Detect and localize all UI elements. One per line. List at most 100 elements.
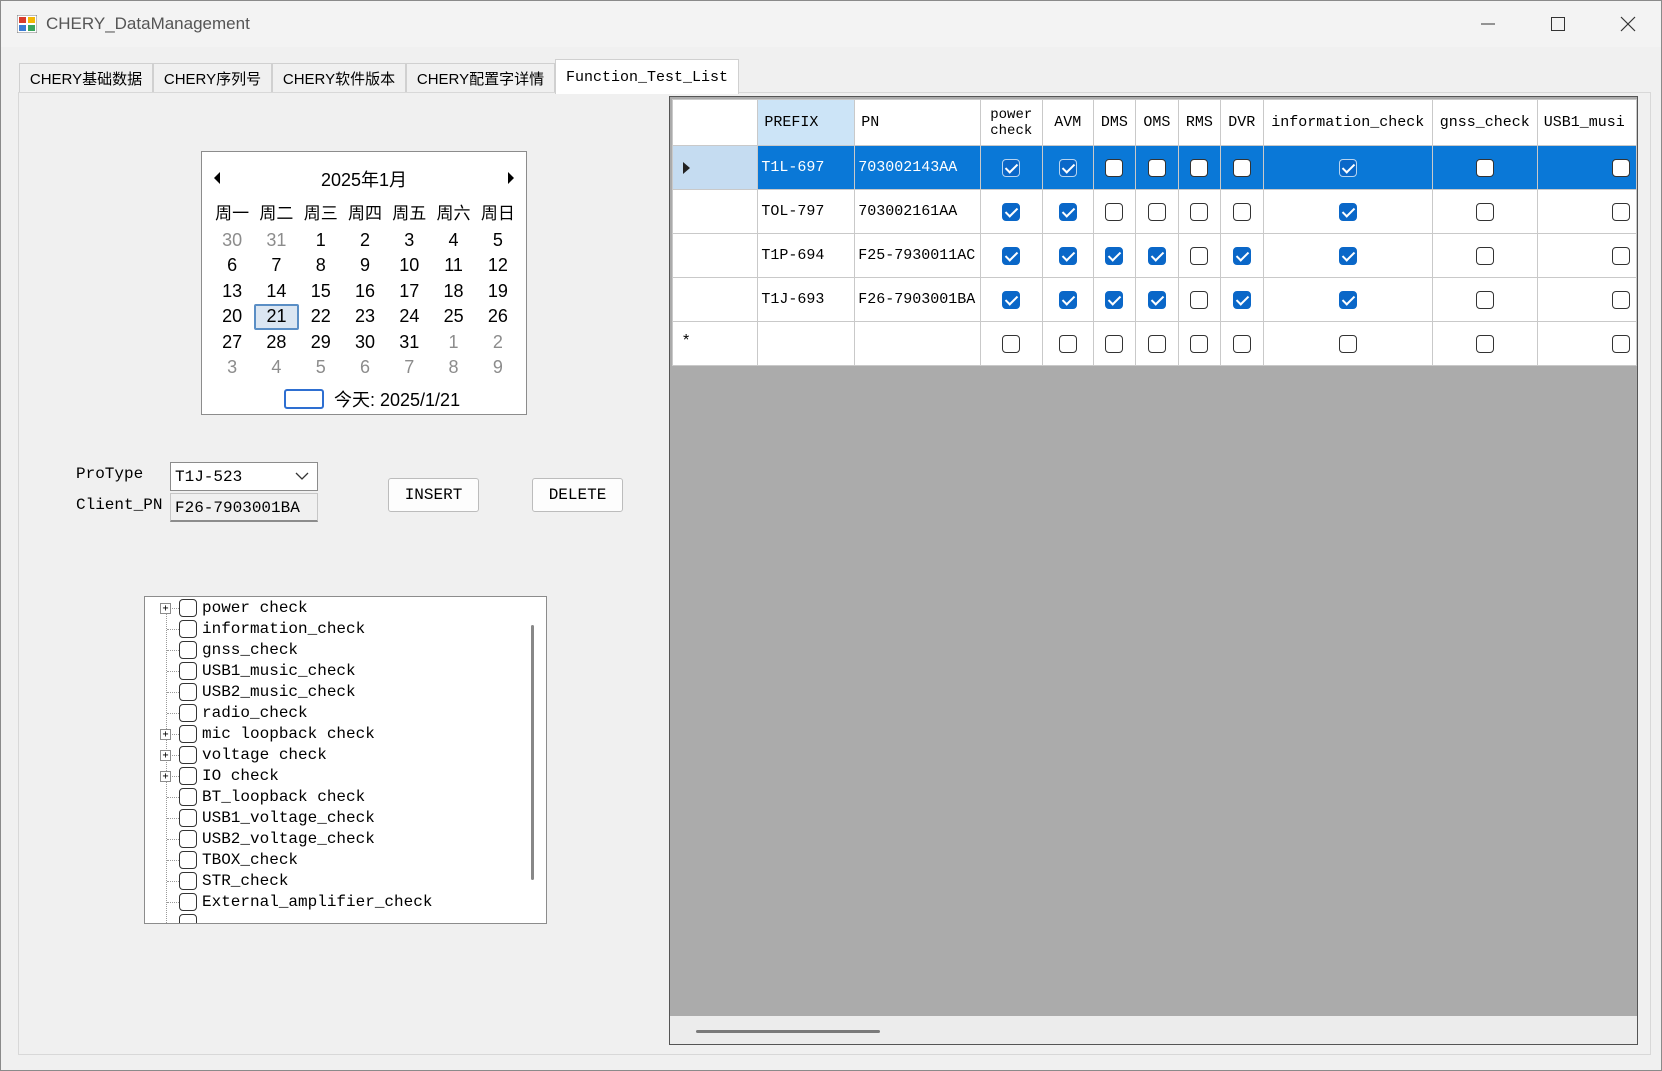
cell-usb1-music[interactable] (1536, 277, 1637, 322)
calendar-day[interactable]: 26 (476, 304, 520, 330)
checkbox[interactable] (1105, 334, 1124, 353)
cell-avm[interactable] (1041, 189, 1094, 234)
checkbox[interactable] (1612, 158, 1630, 177)
tree-node-voltage-check[interactable]: + voltage check (145, 745, 525, 766)
calendar-day[interactable]: 16 (343, 279, 387, 305)
column-header-dvr[interactable]: DVR (1219, 99, 1264, 146)
calendar-day-today[interactable]: 21 (254, 304, 299, 330)
next-month-icon[interactable] (508, 172, 514, 184)
tab-chery-software-version[interactable]: CHERY软件版本 (272, 63, 406, 93)
tree-node-checkbox[interactable] (179, 788, 197, 806)
checkbox[interactable] (1338, 202, 1357, 221)
cell-usb1-music[interactable] (1536, 321, 1637, 366)
calendar-day[interactable]: 30 (210, 228, 254, 254)
checkbox[interactable] (1105, 202, 1124, 221)
checkbox[interactable] (1002, 334, 1021, 353)
calendar-day[interactable]: 9 (476, 355, 520, 381)
checkbox[interactable] (1105, 290, 1124, 309)
tree-node-checkbox[interactable] (179, 599, 197, 617)
cell-avm[interactable] (1041, 277, 1094, 322)
checkbox[interactable] (1232, 246, 1251, 265)
checkbox[interactable] (1232, 202, 1251, 221)
cell-dms[interactable] (1092, 233, 1136, 278)
cell-oms[interactable] (1134, 233, 1179, 278)
calendar-day[interactable]: 30 (343, 330, 387, 356)
calendar-day[interactable]: 1 (299, 228, 343, 254)
checkbox[interactable] (1147, 334, 1166, 353)
tab-chery-config-details[interactable]: CHERY配置字详情 (406, 63, 555, 93)
cell-gnss-check[interactable] (1431, 321, 1538, 366)
cell-usb1-music[interactable] (1536, 189, 1637, 234)
expand-icon[interactable]: + (160, 750, 171, 761)
cell-pn[interactable]: F26-7903001BA (854, 277, 981, 322)
cell-prefix[interactable] (757, 321, 856, 366)
checkbox[interactable] (1338, 334, 1357, 353)
checkbox[interactable] (1475, 334, 1494, 353)
calendar-day[interactable]: 3 (210, 355, 254, 381)
cell-information-check[interactable] (1262, 233, 1433, 278)
checkbox[interactable] (1105, 246, 1124, 265)
tree-node-checkbox[interactable] (179, 683, 197, 701)
calendar-day[interactable]: 6 (343, 355, 387, 381)
tree-node-io-check[interactable]: + IO check (145, 766, 525, 787)
new-row[interactable]: * (671, 321, 1637, 366)
cell-prefix[interactable]: T1P-694 (757, 233, 856, 278)
tree-node-checkbox[interactable] (179, 767, 197, 785)
calendar-day[interactable]: 15 (299, 279, 343, 305)
row-header[interactable]: * (671, 321, 759, 366)
calendar-day[interactable]: 25 (431, 304, 475, 330)
calendar-day[interactable]: 2 (343, 228, 387, 254)
checkbox[interactable] (1147, 290, 1166, 309)
expand-icon[interactable]: + (160, 729, 171, 740)
tree-node-usb1-music-check[interactable]: USB1_music_check (145, 661, 525, 682)
tree-node-tbox-check[interactable]: TBOX_check (145, 850, 525, 871)
checkbox[interactable] (1190, 290, 1209, 309)
column-header-dms[interactable]: DMS (1092, 99, 1136, 146)
cell-dms[interactable] (1092, 321, 1136, 366)
checkbox[interactable] (1338, 246, 1357, 265)
calendar-day[interactable]: 31 (387, 330, 431, 356)
column-header-avm[interactable]: AVM (1041, 99, 1094, 146)
tree-node-checkbox[interactable] (179, 914, 197, 923)
checkbox[interactable] (1147, 246, 1166, 265)
maximize-button[interactable] (1523, 1, 1593, 47)
cell-oms[interactable] (1134, 189, 1179, 234)
tree-node-radio-check[interactable]: radio_check (145, 703, 525, 724)
tree-node-partial[interactable] (145, 913, 525, 923)
calendar-day[interactable]: 28 (254, 330, 298, 356)
tab-chery-basic-data[interactable]: CHERY基础数据 (19, 63, 153, 93)
cell-power-check[interactable] (979, 277, 1043, 322)
calendar-day[interactable]: 20 (210, 304, 254, 330)
calendar-day[interactable]: 17 (387, 279, 431, 305)
expand-icon[interactable]: + (160, 603, 171, 614)
checkbox[interactable] (1058, 202, 1077, 221)
checkbox[interactable] (1612, 246, 1630, 265)
tree-node-information-check[interactable]: information_check (145, 619, 525, 640)
row-header[interactable] (671, 145, 759, 190)
cell-power-check[interactable] (979, 321, 1043, 366)
tree-node-usb2-music-check[interactable]: USB2_music_check (145, 682, 525, 703)
checkbox[interactable] (1058, 158, 1077, 177)
tree-node-checkbox[interactable] (179, 620, 197, 638)
calendar-month-label[interactable]: 2025年1月 (202, 166, 526, 190)
calendar-day[interactable]: 6 (210, 253, 254, 279)
calendar-day[interactable]: 18 (431, 279, 475, 305)
calendar-day[interactable]: 1 (431, 330, 475, 356)
tree-node-power-check[interactable]: + power check (145, 598, 525, 619)
cell-rms[interactable] (1177, 145, 1221, 190)
calendar-today-footer[interactable]: 今天: 2025/1/21 (284, 386, 460, 412)
calendar-day[interactable]: 5 (299, 355, 343, 381)
cell-information-check[interactable] (1262, 321, 1433, 366)
calendar-day[interactable]: 22 (299, 304, 343, 330)
tab-chery-serial-number[interactable]: CHERY序列号 (153, 63, 272, 93)
calendar-day[interactable]: 31 (254, 228, 298, 254)
tree-vertical-scrollbar[interactable] (531, 625, 534, 880)
checkbox[interactable] (1002, 290, 1021, 309)
delete-button[interactable]: DELETE (532, 478, 623, 512)
calendar-day[interactable]: 2 (476, 330, 520, 356)
cell-oms[interactable] (1134, 145, 1179, 190)
checkbox[interactable] (1338, 158, 1357, 177)
cell-gnss-check[interactable] (1431, 189, 1538, 234)
calendar-day[interactable]: 7 (254, 253, 298, 279)
column-header-oms[interactable]: OMS (1134, 99, 1179, 146)
